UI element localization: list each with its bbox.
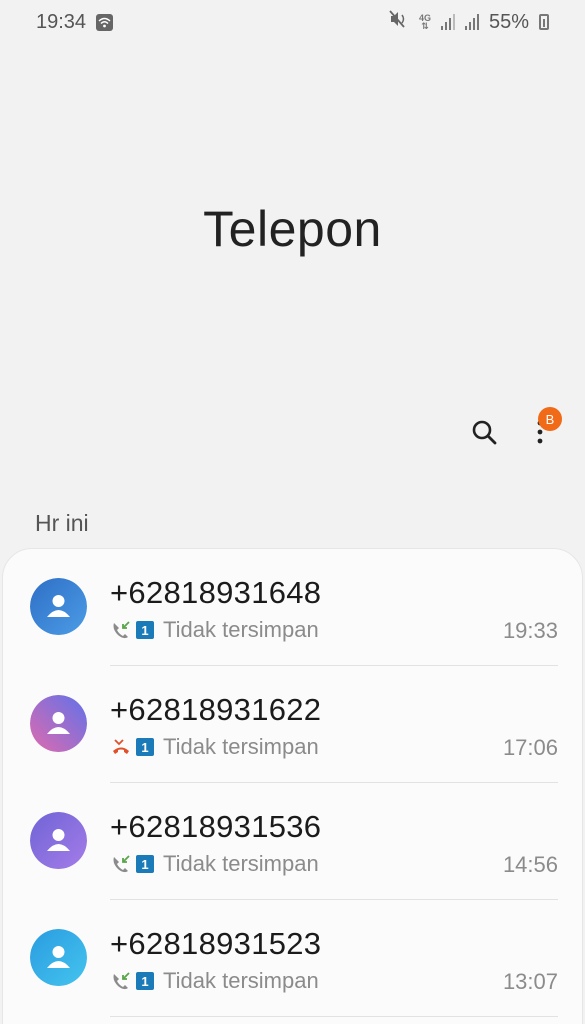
wifi-hotspot-icon	[96, 13, 114, 31]
call-meta: 1 Tidak tersimpan	[111, 968, 319, 994]
sim-badge: 1	[136, 621, 154, 639]
divider	[110, 1016, 558, 1017]
phone-number: +62818931622	[110, 692, 322, 727]
avatar	[30, 695, 87, 752]
mute-icon	[389, 10, 409, 34]
call-time: 19:33	[502, 618, 558, 643]
incoming-call-icon	[113, 972, 130, 990]
page-title: Telepon	[203, 201, 382, 257]
status-right: 4G ⇅ 55%	[389, 10, 549, 34]
missed-call-icon	[113, 739, 129, 754]
incoming-call-icon	[113, 621, 130, 639]
avatar	[30, 578, 87, 635]
battery-percent: 55%	[488, 10, 529, 33]
section-header-today: Hr ini	[35, 510, 89, 536]
search-icon	[472, 420, 497, 445]
call-meta: 1 Tidak tersimpan	[111, 851, 319, 877]
call-time: 17:06	[502, 735, 558, 760]
status-left: 19:34	[36, 10, 114, 34]
notification-badge: B	[538, 407, 562, 431]
call-log-item[interactable]: +62818931648 1 Tidak tersimpan 19:33	[3, 549, 584, 666]
phone-number: +62818931523	[110, 926, 322, 961]
contact-status: Tidak tersimpan	[163, 617, 319, 642]
search-button[interactable]	[466, 414, 502, 450]
sim-badge: 1	[136, 855, 154, 873]
avatar	[30, 929, 87, 986]
network-type-icon: 4G ⇅	[418, 13, 431, 31]
status-bar: 19:34 4G ⇅ 55%	[0, 0, 585, 44]
avatar	[30, 812, 87, 869]
call-time: 13:07	[502, 969, 558, 994]
call-log-list: +62818931648 1 Tidak tersimpan 19:33 +62…	[2, 548, 583, 1024]
battery-icon	[539, 14, 549, 30]
call-log-item[interactable]: +62818931523 1 Tidak tersimpan 13:07	[3, 900, 584, 1017]
phone-number: +62818931536	[110, 809, 322, 844]
network-type-label: 4G	[418, 13, 431, 23]
contact-status: Tidak tersimpan	[163, 968, 319, 993]
contact-status: Tidak tersimpan	[163, 734, 319, 759]
phone-number: +62818931648	[110, 575, 322, 610]
call-log-item[interactable]: +62818931536 1 Tidak tersimpan 14:56	[3, 783, 584, 900]
call-meta: 1 Tidak tersimpan	[111, 617, 319, 643]
incoming-call-icon	[113, 855, 130, 873]
sim-badge: 1	[136, 738, 154, 756]
contact-status: Tidak tersimpan	[163, 851, 319, 876]
status-time: 19:34	[36, 10, 87, 33]
call-meta: 1 Tidak tersimpan	[111, 734, 319, 760]
call-time: 14:56	[502, 852, 558, 877]
call-log-item[interactable]: +62818931622 1 Tidak tersimpan 17:06	[3, 666, 584, 783]
sim-badge: 1	[136, 972, 154, 990]
signal-sim2-icon	[464, 14, 479, 30]
signal-sim1-icon	[440, 14, 455, 30]
